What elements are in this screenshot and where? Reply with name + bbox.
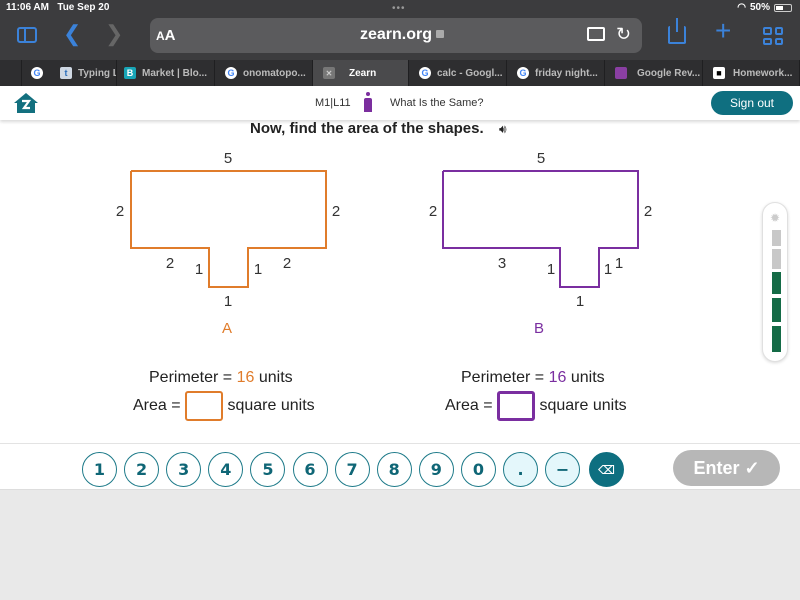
enter-button[interactable]: Enter ✓ (673, 450, 780, 486)
battery-percent: 50% (749, 2, 770, 13)
tab-calc[interactable]: Gcalc - Googl... (409, 60, 507, 86)
shape-a-notch-bottom-label: 1 (224, 293, 232, 310)
shape-a-left-label: 2 (116, 203, 124, 220)
shape-b-left-label: 2 (429, 203, 437, 220)
keypad-key[interactable]: 3 (166, 452, 202, 487)
google-icon: G (31, 67, 43, 79)
shape-a-bottom-left-label: 2 (166, 255, 174, 272)
google-icon: G (225, 67, 237, 79)
shape-a-area: Area = square units (133, 391, 315, 421)
shape-b-name: B (534, 320, 544, 337)
shapes-figure: 5 2 2 2 1 1 2 1 A 5 2 2 3 1 1 1 1 B (116, 150, 652, 337)
keypad-key[interactable]: 5 (250, 452, 286, 487)
shape-b-notch-right-label: 1 (604, 261, 612, 278)
shape-a-area-input[interactable] (185, 391, 224, 421)
reload-icon[interactable]: ↻ (616, 24, 631, 45)
review-site-icon (615, 67, 627, 79)
blooket-icon: B (124, 67, 136, 79)
keypad-key[interactable]: . (503, 452, 538, 487)
app-header: M1|L11 What Is the Same? Sign out (0, 86, 800, 120)
shape-b-perimeter: Perimeter = 16 units (461, 369, 605, 386)
lesson-code: M1|L11 (315, 97, 351, 109)
multitasking-dots[interactable]: ••• (392, 3, 406, 14)
tab-google[interactable]: G (22, 60, 50, 86)
tab-market[interactable]: B Market | Blo... (117, 60, 215, 86)
text-size-button[interactable]: AA (156, 27, 176, 44)
status-time: 11:06 AM Tue Sep 20 (6, 2, 110, 13)
tab-typing[interactable]: t Typing L (50, 60, 117, 86)
progress-segment (772, 326, 781, 352)
close-tab-icon[interactable]: ✕ (323, 67, 335, 79)
shape-a-perimeter: Perimeter = 16 units (149, 369, 293, 386)
shape-b-notch-bottom-label: 1 (576, 293, 584, 310)
shape-b-top-label: 5 (537, 150, 545, 167)
shape-b-bottom-left-label: 3 (498, 255, 506, 272)
keypad-key[interactable]: 0 (460, 452, 496, 487)
progress-segment (772, 272, 781, 294)
extension-icon[interactable] (587, 27, 605, 41)
shape-a-right-label: 2 (332, 203, 340, 220)
tab-onomatopoeia[interactable]: Gonomatopo... (215, 60, 313, 86)
sidebar-icon[interactable] (17, 27, 37, 43)
tab-homework[interactable]: ■ Homework... (703, 60, 800, 86)
google-icon: G (419, 67, 431, 79)
shape-a-outline (130, 170, 327, 288)
shape-a-notch-left-label: 1 (195, 261, 203, 278)
star-icon: ✹ (770, 211, 781, 225)
new-tab-icon[interactable]: + (715, 17, 731, 45)
tab-friday-night[interactable]: Gfriday night... (507, 60, 605, 86)
browser-chrome: 11:06 AM Tue Sep 20 ••• ◠ 50% ❮ ❯ AA zea… (0, 0, 800, 60)
keypad-key[interactable]: 6 (292, 452, 328, 487)
address-bar[interactable]: AA zearn.org ↻ (150, 18, 642, 53)
shape-a-bottom-right-label: 2 (283, 255, 291, 272)
footer-area (0, 489, 800, 600)
lock-icon (436, 30, 445, 38)
shape-b-notch-left-label: 1 (547, 261, 555, 278)
shape-b-bottom-right-label: 1 (615, 255, 623, 272)
homework-site-icon: ■ (713, 67, 725, 79)
shape-a-name: A (222, 320, 232, 337)
progress-segment (772, 230, 781, 246)
student-icon (364, 92, 372, 112)
shape-b-area: Area = square units (445, 391, 627, 421)
google-icon: G (517, 67, 529, 79)
wifi-icon: ◠ (737, 2, 746, 13)
keypad-key[interactable]: 9 (418, 452, 454, 487)
shape-b-area-input[interactable] (497, 391, 536, 421)
status-indicators: ◠ 50% (737, 2, 792, 13)
progress-meter: ✹ (762, 202, 788, 362)
shape-b-right-label: 2 (644, 203, 652, 220)
keypad-key[interactable]: − (545, 452, 581, 487)
tab-zearn[interactable]: ✕ Zearn (313, 60, 409, 86)
shape-a-top-label: 5 (224, 150, 232, 167)
tab-google-review[interactable]: Google Rev... (605, 60, 703, 86)
number-keypad: 1 2 3 4 5 6 7 8 9 0. − ⌫ Enter ✓ (0, 443, 800, 489)
progress-segment (772, 298, 781, 322)
backspace-key[interactable]: ⌫ (589, 452, 624, 487)
keypad-key[interactable]: 8 (376, 452, 412, 487)
shape-a-notch-right-label: 1 (254, 261, 262, 278)
keypad-key[interactable]: 7 (334, 452, 370, 487)
tab-bar: G t Typing L B Market | Blo... Gonomatopo.… (0, 60, 800, 86)
tab-overview-icon[interactable] (763, 27, 783, 45)
typing-site-icon: t (60, 67, 72, 79)
sign-out-button[interactable]: Sign out (711, 91, 793, 115)
lesson-content: Now, find the area of the shapes. 🔊︎ 5 2… (0, 120, 800, 490)
battery-icon (774, 3, 792, 12)
back-icon[interactable]: ❮ (63, 23, 81, 45)
keypad-key[interactable]: 4 (208, 452, 244, 487)
zearn-home-icon[interactable] (13, 92, 39, 114)
share-icon[interactable] (668, 18, 686, 44)
lesson-title: What Is the Same? (390, 97, 484, 109)
keypad-key[interactable]: 1 (82, 452, 117, 487)
url-text[interactable]: zearn.org (360, 26, 445, 44)
forward-icon[interactable]: ❯ (105, 23, 123, 45)
progress-segment (772, 249, 781, 269)
keypad-key[interactable]: 2 (124, 452, 160, 487)
